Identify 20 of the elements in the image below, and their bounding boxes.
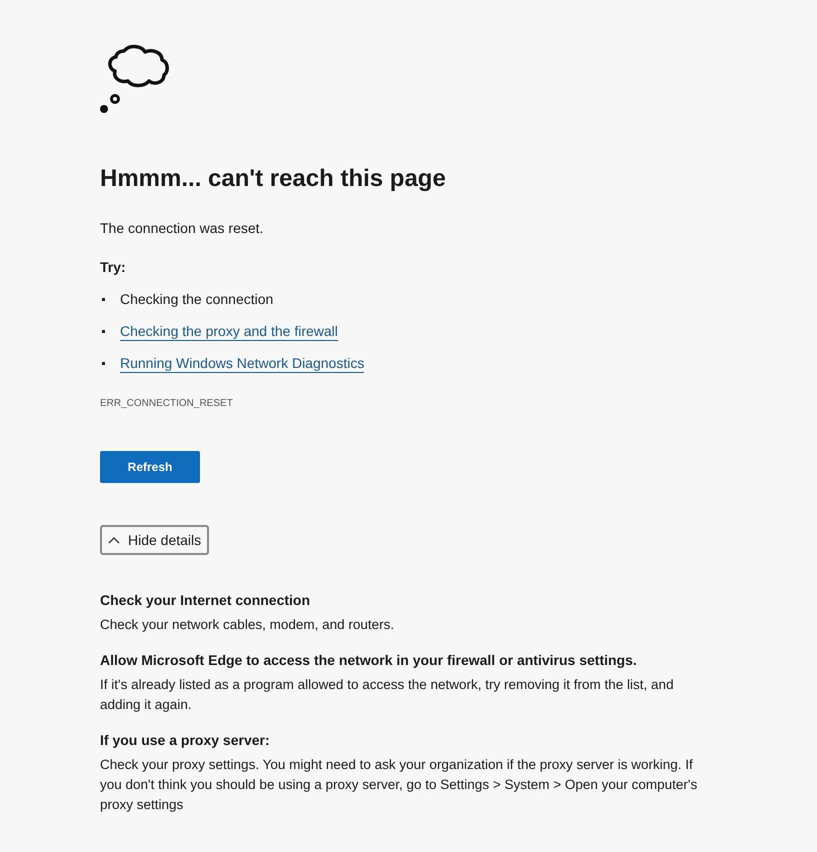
bullet-icon bbox=[102, 298, 105, 300]
try-label: Try: bbox=[100, 258, 126, 277]
page-heading: Hmmm... can't reach this page bbox=[100, 164, 446, 194]
bullet-icon bbox=[102, 330, 105, 332]
detail-text: Check your proxy settings. You might need to ask your organization if the proxy server is working. If you don't think you should be using a proxy server, go to Settings > System > Open your computer's proxy settings bbox=[100, 756, 698, 814]
suggestion-link[interactable]: Checking the proxy and the firewall bbox=[120, 322, 338, 340]
bullet-icon bbox=[102, 362, 105, 364]
detail-text: Check your network cables, modem, and routers. bbox=[100, 616, 396, 634]
suggestion-text: Checking the connection bbox=[120, 290, 274, 308]
error-code: ERR_CONNECTION_RESET bbox=[100, 397, 233, 411]
detail-heading: Check your Internet connection bbox=[100, 591, 312, 609]
detail-heading: If you use a proxy server: bbox=[100, 731, 271, 749]
error-message: The connection was reset. bbox=[100, 219, 264, 238]
thought-cloud-icon bbox=[98, 42, 172, 116]
detail-text: If it's already listed as a program allowed to access the network, try removing it from the list, and adding it again. bbox=[100, 676, 675, 714]
details-toggle-button[interactable]: Hide details bbox=[100, 525, 210, 555]
detail-heading: Allow Microsoft Edge to access the network in your firewall or antivirus settings. bbox=[100, 651, 638, 669]
refresh-button[interactable]: Refresh bbox=[100, 451, 200, 483]
chevron-up-icon bbox=[108, 536, 120, 544]
suggestion-link[interactable]: Running Windows Network Diagnostics bbox=[120, 354, 364, 372]
